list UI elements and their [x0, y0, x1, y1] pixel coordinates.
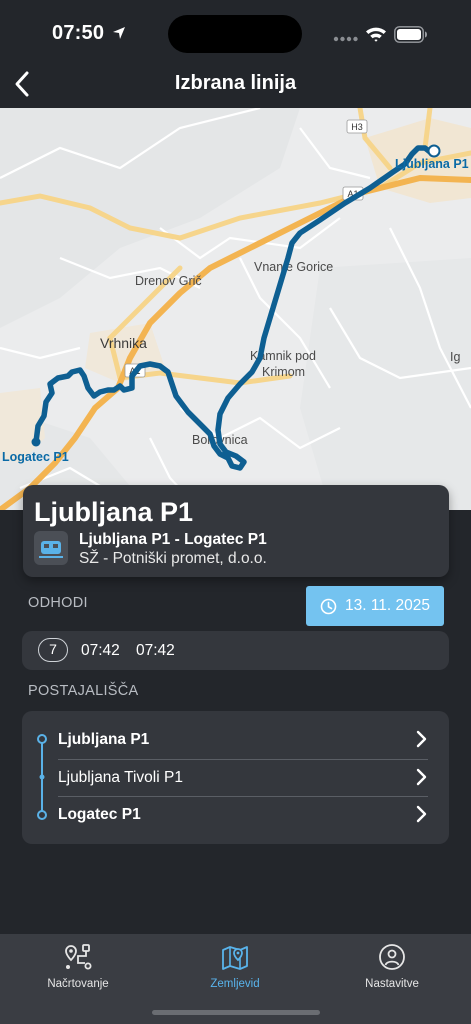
signal-dots-icon	[333, 36, 358, 42]
status-time: 07:50	[52, 22, 126, 45]
route-map[interactable]: H3 A1 A1 Drenov Grič Vnanje Gorice Vrhni…	[0, 108, 471, 510]
page-title: Izbrana linija	[174, 72, 297, 94]
map-stop-label-end: Logatec P1	[2, 450, 69, 464]
place-vrhnika: Vrhnika	[100, 335, 147, 351]
stop-label: Ljubljana P1	[58, 731, 150, 748]
departure-time[interactable]: 07:42	[81, 642, 120, 660]
stop-label: Logatec P1	[58, 806, 141, 823]
stops-heading: POSTAJALIŠČA	[28, 683, 139, 699]
place-vnanje-gorice: Vnanje Gorice	[254, 260, 333, 274]
tab-label: Zemljevid	[210, 978, 260, 990]
line-number-badge: 7	[38, 638, 68, 662]
place-drenov-gric: Drenov Grič	[135, 274, 202, 288]
chevron-right-icon	[416, 730, 427, 748]
stop-item-ljubljana-p1[interactable]: Ljubljana P1	[58, 721, 428, 758]
clock-icon	[320, 598, 337, 614]
map-stop-label-start: Ljubljana P1	[395, 157, 469, 171]
route-start-stop-icon	[427, 144, 441, 158]
selected-date: 13. 11. 2025	[344, 597, 431, 614]
tab-label: Nastavitve	[365, 978, 419, 990]
settings-user-icon	[379, 944, 405, 970]
location-arrow-icon	[112, 27, 125, 39]
home-indicator	[152, 1010, 320, 1015]
tab-map[interactable]: Zemljevid	[170, 940, 300, 996]
train-icon	[34, 531, 68, 565]
tab-label: Načrtovanje	[47, 978, 109, 990]
stops-list: Ljubljana P1 Ljubljana Tivoli P1 Logatec…	[22, 711, 449, 844]
route-planning-icon	[65, 944, 92, 970]
place-ig: Ig	[450, 350, 460, 364]
line-title: Ljubljana P1	[34, 497, 194, 527]
departure-time[interactable]: 07:42	[136, 642, 175, 660]
departures-row[interactable]: 7 07:42 07:42	[22, 631, 449, 670]
stop-item-logatec-p1[interactable]: Logatec P1	[58, 796, 428, 833]
line-route: Ljubljana P1 - Logatec P1	[79, 531, 267, 548]
stop-item-ljubljana-tivoli-p1[interactable]: Ljubljana Tivoli P1	[58, 759, 428, 796]
route-end-stop-icon	[31, 437, 41, 447]
line-info-card: Ljubljana P1 Ljubljana P1 - Logatec P1 S…	[23, 485, 449, 577]
chevron-right-icon	[416, 805, 427, 823]
chevron-right-icon	[416, 768, 427, 786]
battery-icon	[394, 26, 427, 43]
place-kamnik-pod-krimom-2: Krimom	[262, 365, 305, 379]
tab-settings[interactable]: Nastavitve	[327, 940, 457, 996]
line-operator: SŽ - Potniški promet, d.o.o.	[79, 550, 267, 567]
date-picker-button[interactable]: 13. 11. 2025	[306, 586, 444, 626]
stop-label: Ljubljana Tivoli P1	[58, 769, 183, 786]
departures-heading: ODHODI	[28, 595, 88, 611]
dynamic-island	[168, 15, 302, 53]
stops-timeline-icon	[37, 734, 47, 820]
tab-planning[interactable]: Načrtovanje	[13, 940, 143, 996]
wifi-icon	[366, 27, 386, 42]
road-h3-label: H3	[351, 122, 363, 132]
map-icon	[222, 946, 248, 970]
